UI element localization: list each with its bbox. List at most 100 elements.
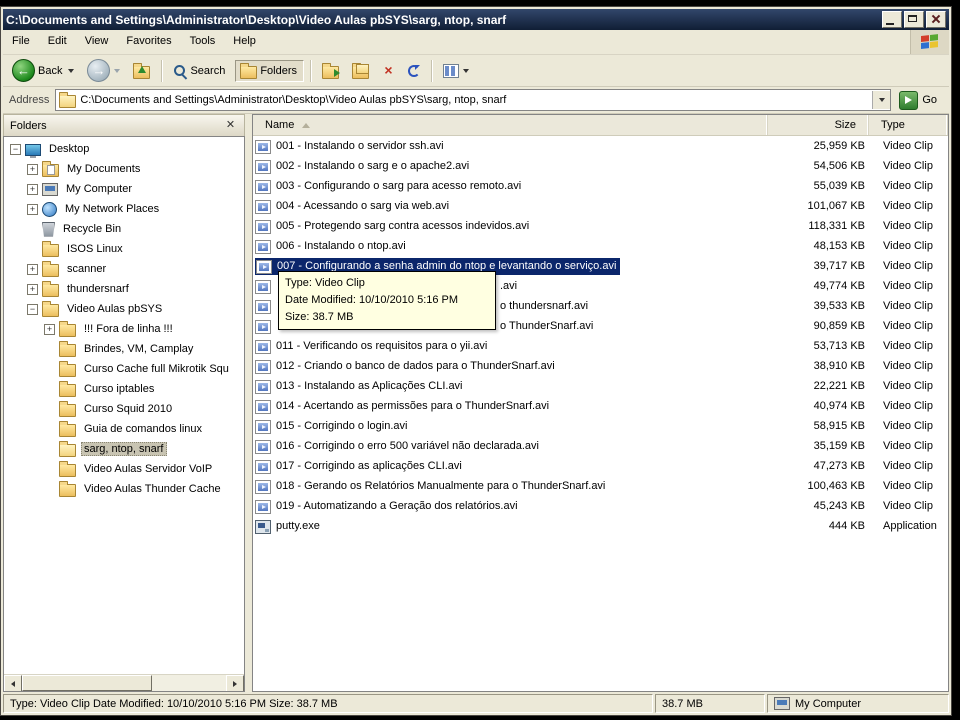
tree-item-scanner[interactable]: + scanner [4,259,244,279]
file-row-020[interactable]: putty.exe 444 KB Application [253,516,948,536]
back-button[interactable]: ← Back [7,56,79,85]
scroll-left-button[interactable] [4,675,22,691]
file-row-002[interactable]: 002 - Instalando o sarg e o apache2.avi 5… [253,156,948,176]
tree-item-sarg-ntop-snarf[interactable]: sarg, ntop, snarf [4,439,244,459]
folders-pane-close-button[interactable]: ✕ [223,119,238,133]
address-combo[interactable]: C:\Documents and Settings\Administrator\… [55,89,892,111]
folders-horizontal-scrollbar[interactable] [4,674,244,691]
expand-toggle-icon[interactable]: + [44,323,55,335]
move-to-button[interactable] [317,60,344,82]
undo-icon [408,64,421,77]
collapse-toggle-icon[interactable]: − [10,143,21,155]
forward-dropdown-icon [114,68,121,73]
views-button[interactable] [438,61,474,81]
file-row-019[interactable]: 019 - Automatizando a Geração dos relató… [253,496,948,516]
file-row-004[interactable]: 004 - Acessando o sarg via web.avi 101,06… [253,196,948,216]
address-dropdown-button[interactable] [872,91,891,109]
column-header-type[interactable]: Type [869,115,948,135]
tree-item-curso-cache-full-mikrotik-squ[interactable]: Curso Cache full Mikrotik Squ [4,359,244,379]
tree-item-my-documents[interactable]: + My Documents [4,159,244,179]
tree-item-my-computer[interactable]: + My Computer [4,179,244,199]
undo-button[interactable] [403,62,425,80]
forward-icon: → [87,59,111,82]
file-name: 006 - Instalando o ntop.avi [276,240,406,252]
tree-item-curso-squid-2010[interactable]: Curso Squid 2010 [4,399,244,419]
folder-icon [42,241,59,257]
mydocs-icon [42,161,59,177]
folder-icon [59,341,76,357]
tree-item-guia-de-comandos-linux[interactable]: Guia de comandos linux [4,419,244,439]
column-name-label: Name [265,119,295,131]
go-button[interactable]: Go [897,90,943,111]
file-row-012[interactable]: 012 - Criando o banco de dados para o Th… [253,356,948,376]
status-selection-details: Type: Video Clip Date Modified: 10/10/20… [3,694,653,713]
tree-item-recycle-bin[interactable]: Recycle Bin [4,219,244,239]
file-name-wrap: 004 - Acessando o sarg via web.avi [255,199,449,214]
tree-item-desktop[interactable]: − Desktop [4,139,244,159]
minimize-button[interactable] [882,11,902,28]
maximize-button[interactable] [904,11,924,28]
tree-item-fora-de-linha[interactable]: + !!! Fora de linha !!! [4,319,244,339]
menu-item-view[interactable]: View [76,30,118,54]
file-name-wrap: 003 - Configurando o sarg para acesso re… [255,179,521,194]
toolbar-separator [431,59,433,82]
menu-item-file[interactable]: File [3,30,39,54]
folders-pane-title: Folders [10,119,47,132]
scroll-right-button[interactable] [226,675,244,691]
column-header-name[interactable]: Name [253,115,768,135]
scrollbar-thumb[interactable] [22,675,152,691]
file-row-006[interactable]: 006 - Instalando o ntop.avi 48,153 KB Vide… [253,236,948,256]
file-name-wrap: 006 - Instalando o ntop.avi [255,239,406,254]
file-row-016[interactable]: 016 - Corrigindo o erro 500 variável não… [253,436,948,456]
expand-toggle-icon[interactable]: + [27,263,38,275]
folder-icon [59,321,76,337]
file-row-003[interactable]: 003 - Configurando o sarg para acesso re… [253,176,948,196]
menu-item-tools[interactable]: Tools [181,30,225,54]
file-row-005[interactable]: 005 - Protegendo sarg contra acessos ind… [253,216,948,236]
menu-item-help[interactable]: Help [224,30,265,54]
tree-item-curso-iptables[interactable]: Curso iptables [4,379,244,399]
scrollbar-track[interactable] [152,675,226,691]
video-clip-file-icon [255,279,271,294]
file-row-014[interactable]: 014 - Acertando as permissões para o Thu… [253,396,948,416]
video-clip-file-icon [256,259,272,274]
folder-icon [42,301,59,317]
menu-bar: File Edit View Favorites Tools Help [3,30,949,55]
folder-icon [59,481,76,497]
search-button[interactable]: Search [168,61,232,81]
file-row-001[interactable]: 001 - Instalando o servidor ssh.avi 25,95… [253,136,948,156]
tree-item-video-aulas-thunder-cache[interactable]: Video Aulas Thunder Cache [4,479,244,499]
file-type: Video Clip [883,480,933,492]
menu-item-edit[interactable]: Edit [39,30,76,54]
up-button[interactable] [128,60,155,82]
video-clip-file-icon [255,239,271,254]
expand-toggle-icon[interactable]: + [27,183,38,195]
menu-item-favorites[interactable]: Favorites [117,30,180,54]
file-row-011[interactable]: 011 - Verificando os requisitos para o y… [253,336,948,356]
pane-splitter[interactable] [245,114,252,692]
tree-item-video-aulas-servidor-voip[interactable]: Video Aulas Servidor VoIP [4,459,244,479]
file-row-013[interactable]: 013 - Instalando as Aplicações CLI.avi 22… [253,376,948,396]
tree-item-video-aulas-pbsys[interactable]: − Video Aulas pbSYS [4,299,244,319]
close-button[interactable] [926,11,946,28]
address-input[interactable]: C:\Documents and Settings\Administrator\… [76,94,872,106]
forward-button[interactable]: → [82,56,125,85]
tree-item-isos-linux[interactable]: ISOS Linux [4,239,244,259]
tree-item-thundersnarf[interactable]: + thundersnarf [4,279,244,299]
file-row-018[interactable]: 018 - Gerando os Relatórios Manualmente … [253,476,948,496]
expand-toggle-icon[interactable]: + [27,203,38,215]
expand-toggle-icon[interactable]: + [27,283,38,295]
tree-item-my-network-places[interactable]: + My Network Places [4,199,244,219]
file-name: 016 - Corrigindo o erro 500 variável não… [276,440,539,452]
file-type: Video Clip [883,300,933,312]
copy-to-button[interactable] [347,60,374,82]
delete-button[interactable] [377,61,400,80]
file-row-017[interactable]: 017 - Corrigindo as aplicações CLI.avi 47… [253,456,948,476]
expand-toggle-icon[interactable]: + [27,163,38,175]
file-size: 101,067 KB [807,200,866,212]
folders-button[interactable]: Folders [235,59,305,82]
collapse-toggle-icon[interactable]: − [27,303,38,315]
column-header-size[interactable]: Size [768,115,869,135]
file-row-015[interactable]: 015 - Corrigindo o login.avi 58,915 KB Vid… [253,416,948,436]
tree-item-brindes-vm-camplay[interactable]: Brindes, VM, Camplay [4,339,244,359]
